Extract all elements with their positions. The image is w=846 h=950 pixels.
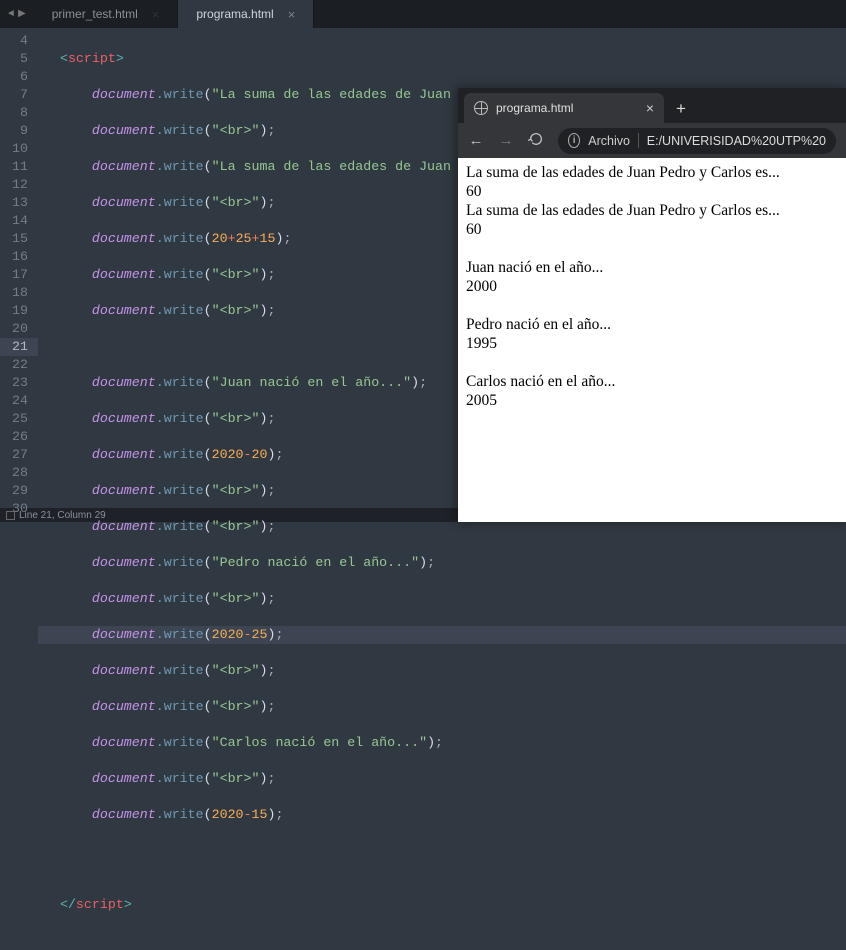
tab-primer-test[interactable]: primer_test.html × bbox=[34, 0, 179, 28]
browser-tab[interactable]: programa.html × bbox=[464, 93, 664, 123]
url-divider bbox=[638, 133, 639, 148]
line-number: 14 bbox=[0, 212, 28, 230]
line-number: 13 bbox=[0, 194, 28, 212]
line-number: 29 bbox=[0, 482, 28, 500]
line-number-gutter: 4567891011121314151617181920212223242526… bbox=[0, 28, 38, 508]
output-line: La suma de las edades de Juan Pedro y Ca… bbox=[466, 163, 838, 182]
line-number: 20 bbox=[0, 320, 28, 338]
page-content: La suma de las edades de Juan Pedro y Ca… bbox=[458, 158, 846, 522]
site-info-icon[interactable]: i bbox=[568, 133, 580, 148]
new-tab-button[interactable]: + bbox=[664, 99, 698, 123]
forward-icon[interactable]: → bbox=[498, 132, 514, 149]
line-number: 25 bbox=[0, 410, 28, 428]
dirty-indicator-icon bbox=[185, 11, 191, 17]
close-icon[interactable]: × bbox=[288, 7, 296, 22]
line-number: 16 bbox=[0, 248, 28, 266]
line-number: 23 bbox=[0, 374, 28, 392]
browser-tab-title: programa.html bbox=[496, 101, 573, 115]
output-line: 60 bbox=[466, 220, 838, 239]
tab-nav-next-icon[interactable]: ▶ bbox=[16, 8, 28, 20]
line-number: 27 bbox=[0, 446, 28, 464]
globe-icon bbox=[474, 101, 488, 115]
line-number: 11 bbox=[0, 158, 28, 176]
line-number: 15 bbox=[0, 230, 28, 248]
line-number: 17 bbox=[0, 266, 28, 284]
tab-nav: ◄ ▶ bbox=[0, 0, 34, 28]
editor-tab-bar: ◄ ▶ primer_test.html × programa.html × bbox=[0, 0, 846, 28]
line-number: 4 bbox=[0, 32, 28, 50]
tab-label: programa.html bbox=[196, 7, 273, 21]
reload-icon[interactable] bbox=[528, 131, 544, 151]
line-number: 5 bbox=[0, 50, 28, 68]
url-path: E:/UNIVERISIDAD%20UTP%20 bbox=[647, 134, 826, 148]
output-line: 60 bbox=[466, 182, 838, 201]
output-line: 1995 bbox=[466, 334, 838, 353]
line-number: 18 bbox=[0, 284, 28, 302]
line-number: 8 bbox=[0, 104, 28, 122]
close-icon[interactable]: × bbox=[646, 100, 654, 116]
line-number: 22 bbox=[0, 356, 28, 374]
line-number: 6 bbox=[0, 68, 28, 86]
close-icon[interactable]: × bbox=[152, 7, 160, 22]
line-number: 21 bbox=[0, 338, 38, 356]
url-scheme-label: Archivo bbox=[588, 134, 630, 148]
browser-toolbar: ← → i Archivo E:/UNIVERISIDAD%20UTP%20 bbox=[458, 123, 846, 158]
line-number: 19 bbox=[0, 302, 28, 320]
browser-window: programa.html × + ← → i Archivo E:/UNIVE… bbox=[458, 88, 846, 522]
tab-programa[interactable]: programa.html × bbox=[178, 0, 314, 28]
line-number: 26 bbox=[0, 428, 28, 446]
output-line: Juan nació en el año... bbox=[466, 258, 838, 277]
line-number: 10 bbox=[0, 140, 28, 158]
browser-tab-strip: programa.html × + bbox=[458, 88, 846, 123]
line-number: 9 bbox=[0, 122, 28, 140]
tab-nav-prev-icon[interactable]: ◄ bbox=[6, 9, 16, 20]
line-number: 12 bbox=[0, 176, 28, 194]
output-line: 2005 bbox=[466, 391, 838, 410]
line-number: 7 bbox=[0, 86, 28, 104]
tab-label: primer_test.html bbox=[52, 7, 138, 21]
line-number: 24 bbox=[0, 392, 28, 410]
output-line: Pedro nació en el año... bbox=[466, 315, 838, 334]
address-bar[interactable]: i Archivo E:/UNIVERISIDAD%20UTP%20 bbox=[558, 128, 836, 154]
statusbar-checkbox[interactable] bbox=[6, 511, 15, 520]
output-line: 2000 bbox=[466, 277, 838, 296]
back-icon[interactable]: ← bbox=[468, 132, 484, 149]
output-line: La suma de las edades de Juan Pedro y Ca… bbox=[466, 201, 838, 220]
line-number: 28 bbox=[0, 464, 28, 482]
output-line: Carlos nació en el año... bbox=[466, 372, 838, 391]
